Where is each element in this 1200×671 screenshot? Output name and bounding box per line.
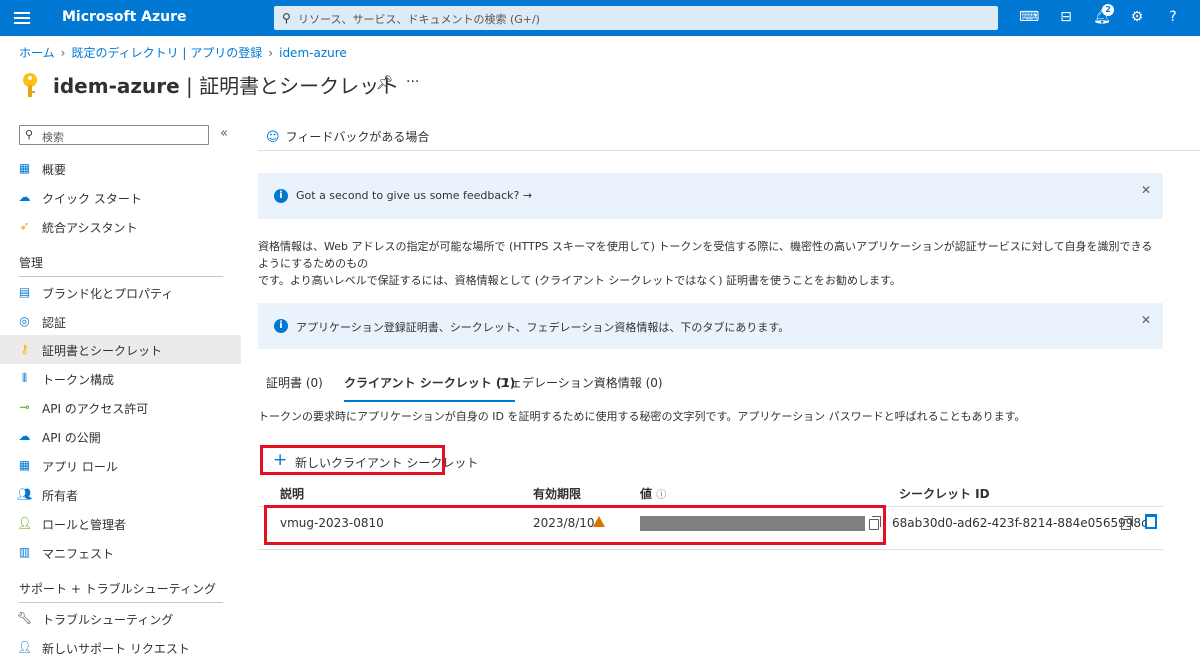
- sidebar-item-troubleshooting[interactable]: 🔧︎ トラブルシューティング: [0, 604, 241, 633]
- collapse-menu-icon[interactable]: «: [220, 126, 228, 141]
- quickstart-icon: ☁: [18, 190, 31, 204]
- credentials-description: 資格情報は、Web アドレスの指定が可能な場所で (HTTPS スキーマを使用し…: [258, 240, 1153, 287]
- breadcrumb-home[interactable]: ホーム: [19, 46, 55, 60]
- wrench-icon: 🔧︎: [17, 611, 33, 625]
- feedback-info-banner: i Got a second to give us some feedback?…: [258, 173, 1163, 219]
- rocket-icon: ➶: [19, 219, 30, 233]
- sidebar-item-expose-api[interactable]: ☁ API の公開: [0, 422, 241, 451]
- tab-client-secrets[interactable]: クライアント シークレット (1): [344, 374, 516, 402]
- sidebar-item-new-support-request[interactable]: 👤︎ 新しいサポート リクエスト: [0, 633, 241, 662]
- search-icon: ⚲: [25, 128, 34, 141]
- column-header-value: 値 ⓘ: [640, 487, 667, 501]
- tab-certificates[interactable]: 証明書 (0): [266, 374, 323, 402]
- toolbar-divider: [258, 150, 1200, 151]
- breadcrumb-app[interactable]: idem-azure: [279, 46, 347, 60]
- breadcrumb-separator-icon: ›: [268, 46, 274, 60]
- key-icon: [23, 73, 37, 97]
- owners-icon: 👥︎: [17, 487, 33, 501]
- api-permission-icon: ⊸: [19, 400, 30, 414]
- column-header-expires: 有効期限: [533, 487, 582, 501]
- info-icon: i: [274, 319, 288, 333]
- feedback-button[interactable]: ☺ フィードバックがある場合: [266, 128, 429, 145]
- feedback-icon: ☺: [266, 130, 280, 145]
- table-row-divider: [258, 549, 1163, 550]
- new-client-secret-button[interactable]: + 新しいクライアント シークレット: [260, 445, 478, 475]
- directory-filter-icon[interactable]: ⊟: [1057, 8, 1075, 26]
- breadcrumb-app-registrations[interactable]: 既定のディレクトリ | アプリの登録: [71, 46, 262, 60]
- plus-icon: +: [273, 450, 288, 470]
- menu-search-placeholder: 検索: [42, 131, 64, 144]
- cloud-icon: ☁: [18, 429, 31, 443]
- help-icon[interactable]: ?: [1164, 8, 1182, 26]
- close-icon[interactable]: ✕: [1141, 313, 1151, 327]
- pin-icon[interactable]: 📌︎: [376, 75, 394, 91]
- sidebar-item-branding[interactable]: ▤ ブランド化とプロパティ: [0, 278, 241, 307]
- settings-gear-icon[interactable]: ⚙: [1128, 8, 1146, 26]
- sidebar-item-app-roles[interactable]: ▦ アプリ ロール: [0, 451, 241, 480]
- delete-trash-icon[interactable]: [1145, 514, 1157, 529]
- sidebar-item-roles-admins[interactable]: 👤︎ ロールと管理者: [0, 509, 241, 538]
- secret-id-cell: 68ab30d0-ad62-423f-8214-884e0565998c: [892, 516, 1148, 530]
- notification-count-badge: 2: [1102, 4, 1114, 16]
- close-icon[interactable]: ✕: [1141, 183, 1151, 197]
- cloud-shell-icon[interactable]: ⌨: [1019, 8, 1039, 26]
- global-search-placeholder: リソース、サービス、ドキュメントの検索 (G+/): [298, 13, 540, 26]
- sidebar-item-api-permissions[interactable]: ⊸ API のアクセス許可: [0, 393, 241, 422]
- manifest-icon: ▥: [18, 545, 31, 559]
- breadcrumb: ホーム › 既定のディレクトリ | アプリの登録 › idem-azure: [19, 44, 347, 61]
- roles-admins-icon: 👤︎: [17, 516, 33, 530]
- sidebar-item-token-configuration[interactable]: ⦀ トークン構成: [0, 364, 241, 393]
- tabs-banner-text: アプリケーション登録証明書、シークレット、フェデレーション資格情報は、下のタブに…: [296, 321, 790, 334]
- token-icon: ⦀: [21, 371, 28, 385]
- menu-search-input[interactable]: ⚲ 検索: [19, 125, 209, 145]
- column-header-secret-id: シークレット ID: [899, 487, 990, 501]
- sidebar-item-integration-assistant[interactable]: ➶ 統合アシスタント: [0, 212, 241, 241]
- tab-federated-credentials[interactable]: フェデレーション資格情報 (0): [498, 374, 663, 402]
- search-icon: ⚲: [282, 11, 291, 25]
- support-icon: 👤︎: [17, 640, 33, 654]
- app-roles-icon: ▦: [18, 458, 31, 472]
- highlight-annotation-box: [264, 505, 886, 545]
- info-icon: i: [274, 189, 288, 203]
- sidebar-item-certificates-secrets[interactable]: ⚷ 証明書とシークレット: [0, 335, 241, 364]
- portal-brand[interactable]: Microsoft Azure: [62, 9, 187, 25]
- menu-icon[interactable]: [12, 9, 32, 27]
- breadcrumb-separator-icon: ›: [60, 46, 66, 60]
- sidebar-item-authentication[interactable]: ◎ 認証: [0, 307, 241, 336]
- branding-icon: ▤: [18, 285, 31, 299]
- sidebar-item-quickstart[interactable]: ☁ クイック スタート: [0, 183, 241, 212]
- top-bar: Microsoft Azure ⚲ リソース、サービス、ドキュメントの検索 (G…: [0, 0, 1200, 36]
- tabs-info-banner: i アプリケーション登録証明書、シークレット、フェデレーション資格情報は、下のタ…: [258, 303, 1163, 349]
- auth-icon: ◎: [19, 314, 30, 328]
- page-title: idem-azure | 証明書とシークレット: [53, 74, 400, 98]
- client-secret-description: トークンの要求時にアプリケーションが自身の ID を証明するために使用する秘密の…: [258, 410, 1026, 423]
- section-support-heading: サポート + トラブルシューティング: [19, 582, 216, 596]
- copy-secret-id-icon[interactable]: [1121, 516, 1133, 530]
- section-manage-heading: 管理: [19, 256, 44, 270]
- global-search-input[interactable]: ⚲ リソース、サービス、ドキュメントの検索 (G+/): [274, 6, 998, 30]
- column-header-description: 説明: [280, 487, 305, 501]
- sidebar-item-manifest[interactable]: ▥ マニフェスト: [0, 538, 241, 567]
- more-options-button[interactable]: ···: [406, 74, 419, 90]
- section-divider: [19, 276, 223, 277]
- section-divider: [19, 602, 223, 603]
- sidebar-item-overview[interactable]: ▦ 概要: [0, 154, 241, 183]
- overview-icon: ▦: [18, 161, 31, 175]
- sidebar-item-owners[interactable]: 👥︎ 所有者: [0, 480, 241, 509]
- info-circle-icon[interactable]: ⓘ: [656, 490, 666, 501]
- key-icon: ⚷: [20, 342, 29, 356]
- feedback-banner-text[interactable]: Got a second to give us some feedback? →: [296, 189, 532, 202]
